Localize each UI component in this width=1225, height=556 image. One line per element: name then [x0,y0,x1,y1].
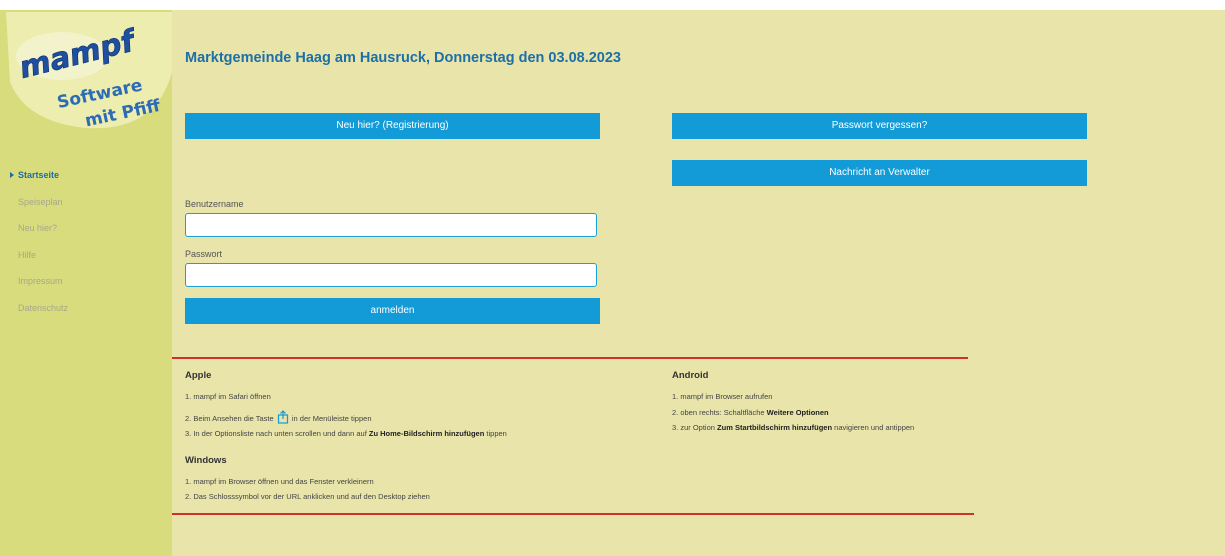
sidebar-item-speiseplan[interactable]: Speiseplan [0,192,172,219]
android-heading: Android [672,370,709,381]
sidebar-item-hilfe[interactable]: Hilfe [0,245,172,272]
active-arrow-icon [10,172,14,178]
apple-step-3: 3. In der Optionsliste nach unten scroll… [185,429,507,438]
register-button[interactable]: Neu hier? (Registrierung) [185,113,600,139]
android-step-2-text: 2. oben rechts: Schaltfläche [672,408,765,417]
apple-step-2-text: 2. Beim Ansehen die Taste [185,414,274,423]
sidebar: mampf Software mit Pfiff Startseite Spei… [0,10,172,556]
sidebar-nav: Startseite Speiseplan Neu hier? Hilfe Im… [0,165,172,324]
sidebar-item-label: Hilfe [18,249,37,260]
windows-step-1: 1. mampf im Browser öffnen und das Fenst… [185,477,374,486]
sidebar-item-datenschutz[interactable]: Datenschutz [0,298,172,325]
sidebar-item-label: Startseite [18,170,60,180]
login-button[interactable]: anmelden [185,298,600,324]
apple-step-1: 1. mampf im Safari öffnen [185,392,271,401]
android-step-2: 2. oben rechts: Schaltfläche Weitere Opt… [672,408,829,417]
password-input[interactable] [185,263,597,287]
share-icon [277,410,288,424]
sidebar-item-neu-hier[interactable]: Neu hier? [0,218,172,245]
forgot-password-button[interactable]: Passwort vergessen? [672,113,1087,139]
sidebar-item-impressum[interactable]: Impressum [0,271,172,298]
apple-step-3-text-end: tippen [486,429,507,438]
divider-bottom [172,513,974,515]
android-step-3: 3. zur Option Zum Startbildschirm hinzuf… [672,423,914,432]
apple-step-2-text-end: in der Menüleiste tippen [291,414,372,423]
sidebar-item-startseite[interactable]: Startseite [0,165,172,192]
apple-heading: Apple [185,370,212,381]
apple-step-3-bold: Zu Home-Bildschirm hinzufügen [368,429,485,438]
windows-heading: Windows [185,455,227,466]
mampf-logo[interactable]: mampf Software mit Pfiff [6,12,172,138]
divider-top [172,357,968,359]
page-title: Marktgemeinde Haag am Hausruck, Donnerst… [185,50,621,66]
android-step-3-text-end: navigieren und antippen [834,423,915,432]
sidebar-item-label: Impressum [18,276,63,286]
apple-step-2: 2. Beim Ansehen die Taste in der Menülei… [185,410,372,424]
username-label: Benutzername [185,199,244,209]
message-admin-button[interactable]: Nachricht an Verwalter [672,160,1087,186]
top-strip [0,0,1225,10]
sidebar-item-label: Datenschutz [18,302,69,313]
android-step-3-bold: Zum Startbildschirm hinzufügen [717,423,833,432]
username-input[interactable] [185,213,597,237]
android-step-1: 1. mampf im Browser aufrufen [672,392,773,401]
android-step-3-text: 3. zur Option [672,423,715,432]
apple-step-3-text: 3. In der Optionsliste nach unten scroll… [185,429,367,438]
sidebar-item-label: Speiseplan [18,196,63,207]
sidebar-item-label: Neu hier? [18,223,58,233]
password-label: Passwort [185,249,223,259]
android-step-2-bold: Weitere Optionen [766,408,829,417]
windows-step-2: 2. Das Schlosssymbol vor der URL anklick… [185,492,430,501]
